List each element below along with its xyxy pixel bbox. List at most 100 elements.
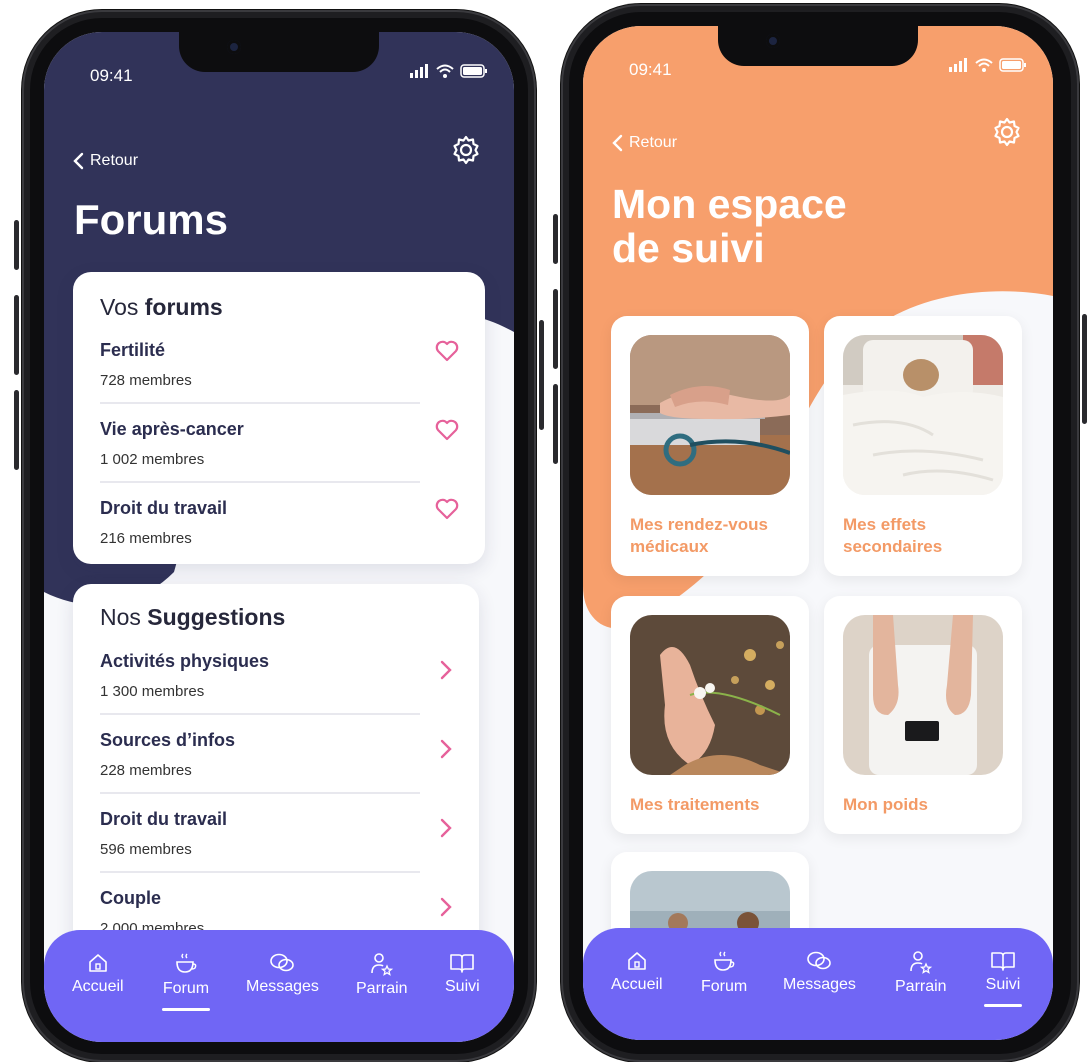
nav-label: Parrain (356, 980, 408, 997)
suggestion-members: 228 membres (100, 762, 192, 779)
tile-appointments[interactable]: Mes rendez-vous médicaux (611, 316, 809, 576)
heart-icon[interactable] (435, 419, 459, 441)
battery-icon (999, 58, 1026, 72)
doctor-laptop-photo (630, 335, 790, 495)
forum-row[interactable]: Vie après-cancer 1 002 membres (100, 419, 461, 498)
home-icon (627, 952, 646, 970)
chevron-right-icon[interactable] (439, 738, 453, 760)
nav-label: Forum (162, 980, 210, 997)
tile-label: Mes traitements (630, 795, 760, 814)
forums-screen: 09:41 Retour Forums Vos forums Fertilité (44, 32, 514, 1042)
nav-label: Messages (783, 976, 856, 993)
status-time: 09:41 (90, 66, 133, 85)
page-title: Mon espace de suivi (612, 181, 847, 271)
nav-item-messages[interactable]: Messages (246, 952, 319, 996)
forum-row[interactable]: Fertilité 728 membres (100, 340, 461, 419)
status-time: 09:41 (629, 60, 672, 79)
tile-label: Mes effets secondaires (843, 515, 943, 556)
back-label: Retour (629, 134, 678, 151)
your-forums-card: Vos forums Fertilité 728 membres Vie apr… (73, 272, 485, 564)
active-tab-indicator (162, 1008, 210, 1011)
forum-members: 1 002 membres (100, 451, 205, 468)
nav-item-accueil[interactable]: Accueil (611, 950, 663, 994)
camera-icon (766, 34, 780, 48)
suggestion-members: 596 membres (100, 841, 192, 858)
nav-item-suivi[interactable]: Suivi (984, 950, 1022, 1007)
suggestion-row[interactable]: Activités physiques 1 300 membres (100, 651, 455, 730)
chevron-right-icon[interactable] (439, 659, 453, 681)
row-divider (100, 402, 420, 404)
nav-label: Messages (246, 978, 319, 995)
heart-icon[interactable] (435, 340, 459, 362)
tile-label: Mon poids (843, 795, 928, 814)
back-button[interactable]: Retour (72, 152, 138, 170)
tracking-screen: 09:41 Retour Mon espace de suivi Mes ren… (583, 26, 1053, 1040)
row-divider (100, 871, 420, 873)
nav-item-parrain[interactable]: Parrain (356, 952, 408, 998)
tile-treatments[interactable]: Mes traitements (611, 596, 809, 834)
suggestions-heading: Nos Suggestions (100, 604, 286, 630)
forum-members: 216 membres (100, 530, 192, 547)
tile-weight[interactable]: Mon poids (824, 596, 1022, 834)
home-icon (88, 954, 107, 972)
nav-label: Suivi (445, 978, 480, 995)
bottom-nav: Accueil Forum Messages Parrain Suivi (583, 928, 1053, 1040)
hand-flower-photo (630, 615, 790, 775)
nav-item-forum[interactable]: Forum (701, 950, 747, 996)
suggestion-name: Couple (100, 888, 161, 908)
open-book-icon (450, 954, 475, 973)
forum-row[interactable]: Droit du travail 216 membres (100, 498, 461, 577)
wifi-icon (436, 64, 454, 78)
settings-gear-icon[interactable] (991, 116, 1023, 148)
your-forums-heading: Vos forums (100, 294, 223, 320)
forum-name: Fertilité (100, 340, 166, 360)
nav-label: Suivi (985, 976, 1021, 993)
wifi-icon (975, 58, 993, 72)
chat-bubbles-icon (807, 951, 832, 970)
chevron-left-icon (73, 152, 84, 170)
forum-name: Droit du travail (100, 498, 228, 518)
row-divider (100, 713, 420, 715)
page-title: Forums (74, 196, 229, 243)
battery-icon (460, 64, 487, 78)
nav-item-forum[interactable]: Forum (162, 952, 210, 1011)
heart-icon[interactable] (435, 498, 459, 520)
forum-name: Vie après-cancer (100, 419, 244, 439)
nav-item-suivi[interactable]: Suivi (445, 952, 480, 996)
tile-side-effects[interactable]: Mes effets secondaires (824, 316, 1022, 576)
suggestion-name: Sources d’infos (100, 730, 236, 750)
chat-bubbles-icon (270, 953, 295, 972)
back-button[interactable]: Retour (611, 134, 677, 152)
coffee-cup-icon (714, 951, 735, 971)
row-divider (100, 792, 420, 794)
chevron-right-icon[interactable] (439, 817, 453, 839)
suggestion-row[interactable]: Droit du travail 596 membres (100, 809, 455, 888)
nav-label: Forum (701, 978, 748, 995)
nav-label: Parrain (895, 978, 947, 995)
suggestion-row[interactable]: Sources d’infos 228 membres (100, 730, 455, 809)
forum-members: 728 membres (100, 372, 192, 389)
row-divider (100, 481, 420, 483)
suggestion-members: 1 300 membres (100, 683, 205, 700)
back-label: Retour (90, 152, 139, 169)
chevron-right-icon[interactable] (439, 896, 453, 918)
bottom-nav: Accueil Forum Messages Parrain Suivi (44, 930, 514, 1042)
chevron-left-icon (612, 134, 623, 152)
left-phone: 09:41 Retour Forums Vos forums Fertilité (14, 10, 544, 1062)
user-star-icon (370, 953, 393, 976)
open-book-icon (991, 952, 1015, 971)
signal-icon (410, 64, 428, 78)
tile-label: Mes rendez-vous médicaux (630, 515, 768, 556)
camera-icon (227, 40, 241, 54)
nav-label: Accueil (72, 978, 124, 995)
user-star-icon (909, 951, 932, 974)
signal-icon (949, 58, 967, 72)
nav-item-accueil[interactable]: Accueil (72, 952, 124, 996)
person-in-bed-photo (843, 335, 1003, 495)
suggestion-name: Activités physiques (100, 651, 270, 671)
active-tab-indicator (984, 1004, 1022, 1007)
nav-item-parrain[interactable]: Parrain (895, 950, 947, 996)
nav-item-messages[interactable]: Messages (783, 950, 856, 994)
settings-gear-icon[interactable] (450, 134, 482, 166)
suggestion-name: Droit du travail (100, 809, 228, 829)
